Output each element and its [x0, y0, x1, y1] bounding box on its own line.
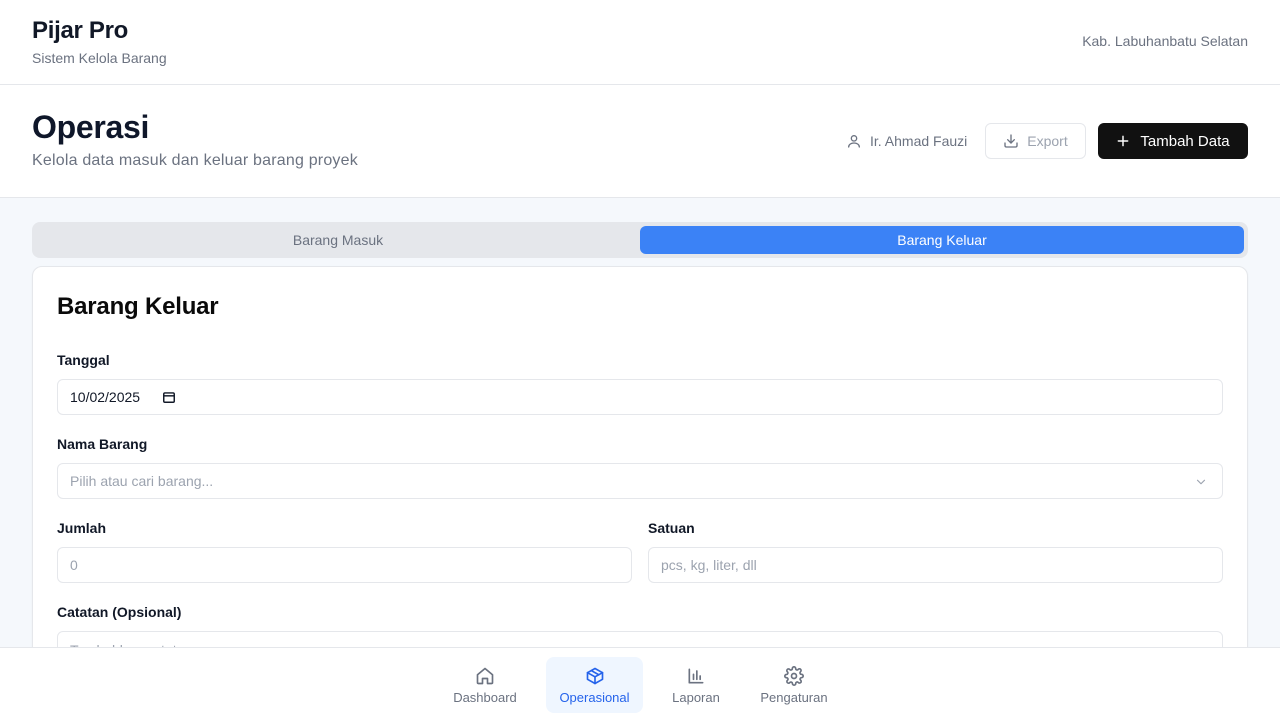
user-name: Ir. Ahmad Fauzi [870, 133, 968, 149]
nav-dashboard-label: Dashboard [453, 689, 517, 705]
form-title: Barang Keluar [57, 293, 219, 320]
page-description: Kelola data masuk dan keluar barang proy… [32, 152, 358, 169]
nav-dashboard[interactable]: Dashboard [444, 657, 526, 713]
nav-pengaturan-label: Pengaturan [760, 689, 828, 705]
export-label: Export [1027, 133, 1068, 149]
nama-barang-label: Nama Barang [57, 436, 148, 452]
package-icon [586, 667, 603, 684]
nav-laporan[interactable]: Laporan [663, 657, 729, 713]
home-icon [476, 667, 494, 684]
unit-input[interactable]: pcs, kg, liter, dll [648, 547, 1223, 583]
add-data-button[interactable]: Tambah Data [1098, 123, 1248, 159]
nav-operasional[interactable]: Operasional [546, 657, 643, 713]
gear-icon [784, 665, 804, 686]
bottom-nav: Dashboard Operasional Laporan Pengaturan [0, 647, 1280, 720]
tab-barang-masuk[interactable]: Barang Masuk [36, 226, 640, 254]
item-select[interactable]: Pilih atau cari barang... [57, 463, 1223, 499]
tab-barang-keluar[interactable]: Barang Keluar [640, 226, 1244, 254]
quantity-placeholder: 0 [70, 557, 78, 573]
tanggal-label: Tanggal [57, 352, 110, 368]
app-subtitle: Sistem Kelola Barang [32, 50, 167, 66]
catatan-label: Catatan (Opsional) [57, 604, 182, 620]
item-select-placeholder: Pilih atau cari barang... [70, 473, 214, 489]
unit-placeholder: pcs, kg, liter, dll [661, 557, 757, 573]
user-icon [848, 135, 860, 148]
add-data-label: Tambah Data [1140, 132, 1230, 150]
app-title: Pijar Pro [32, 17, 129, 44]
tab-list: Barang Masuk Barang Keluar [32, 222, 1248, 258]
date-value: 10/02/2025 [70, 389, 141, 405]
user-chip[interactable]: Ir. Ahmad Fauzi [846, 131, 967, 151]
bar-chart-icon [688, 668, 704, 683]
nav-laporan-label: Laporan [672, 689, 720, 705]
calendar-icon[interactable] [162, 390, 176, 404]
export-button[interactable]: Export [985, 123, 1086, 159]
nav-operasional-label: Operasional [559, 689, 630, 705]
quantity-input[interactable]: 0 [57, 547, 632, 583]
jumlah-label: Jumlah [57, 520, 107, 536]
page-header: Operasi Kelola data masuk dan keluar bar… [0, 85, 1280, 198]
download-icon [1004, 134, 1018, 148]
chevron-down-icon [1196, 479, 1206, 485]
app-header: Pijar Pro Sistem Kelola Barang Kab. Labu… [0, 0, 1280, 85]
nav-pengaturan[interactable]: Pengaturan [749, 657, 839, 713]
page-title: Operasi [32, 109, 150, 145]
region-label: Kab. Labuhanbatu Selatan [1082, 33, 1248, 49]
date-input[interactable]: 10/02/2025 [57, 379, 1223, 415]
plus-icon [1117, 135, 1129, 147]
satuan-label: Satuan [648, 520, 695, 536]
